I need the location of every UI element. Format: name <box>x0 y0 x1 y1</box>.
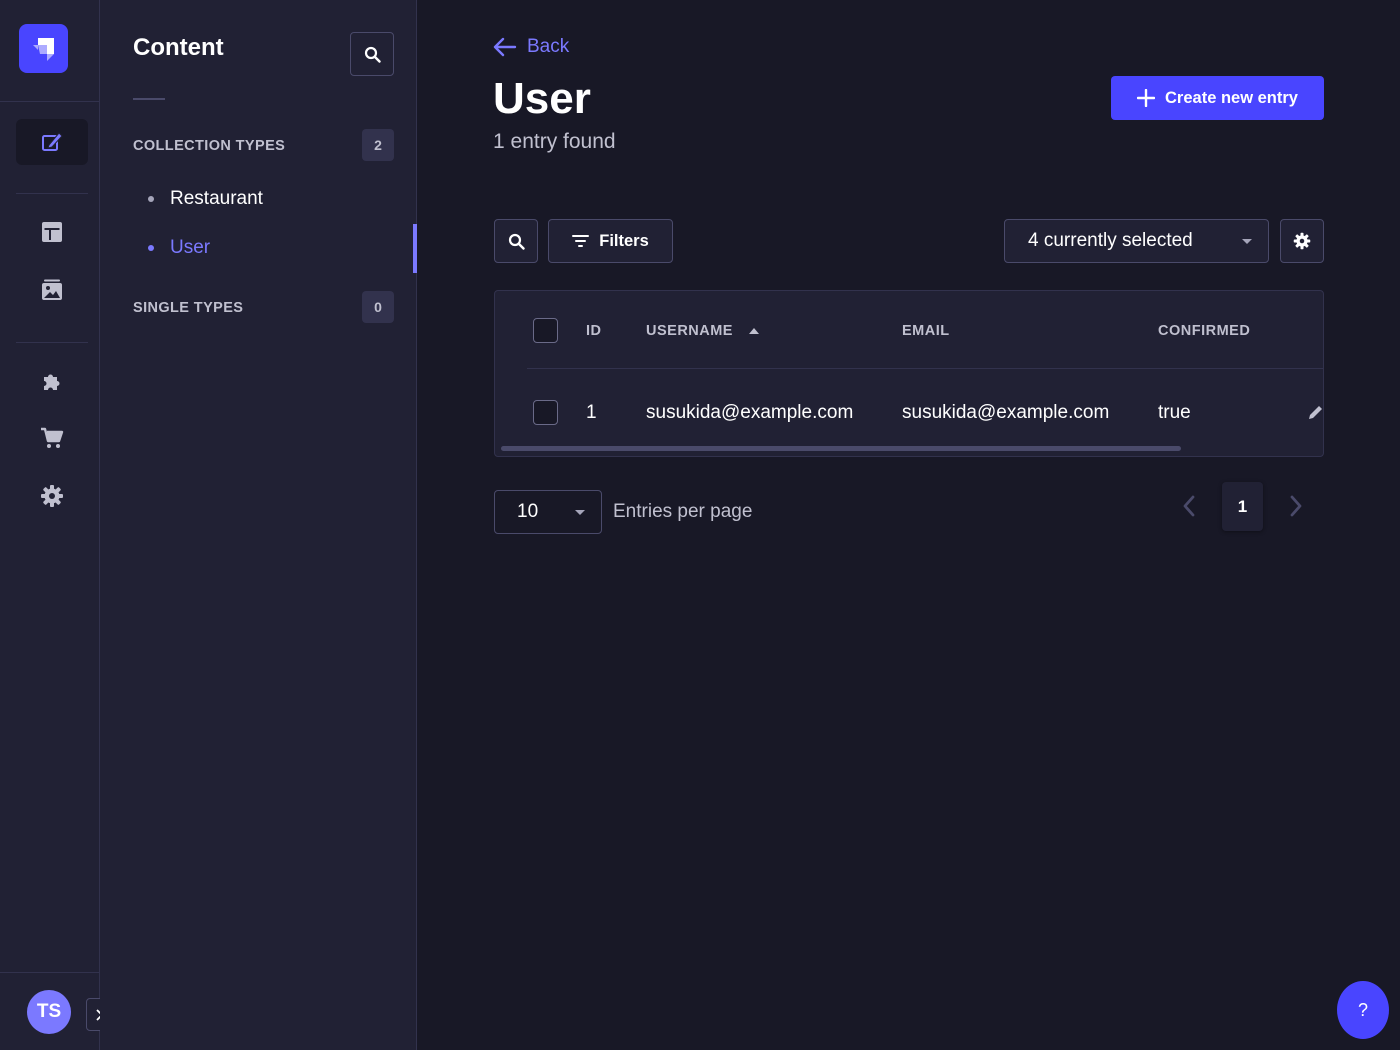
cell-email: susukida@example.com <box>902 402 1110 423</box>
rail-divider <box>0 972 100 973</box>
rail-divider <box>16 193 88 194</box>
row-checkbox[interactable] <box>533 400 558 425</box>
table-search-button[interactable] <box>494 219 538 263</box>
single-types-count-badge: 0 <box>362 291 394 323</box>
chevron-down-icon <box>575 510 585 515</box>
pencil-icon[interactable] <box>1307 403 1324 421</box>
settings-icon <box>41 485 63 507</box>
plus-icon <box>1137 89 1156 107</box>
content-manager-icon <box>42 132 63 151</box>
entry-count: 1 entry found <box>493 130 616 153</box>
columns-select[interactable]: 4 currently selected <box>1004 219 1269 263</box>
row-divider <box>527 368 1323 369</box>
column-header-confirmed[interactable]: CONFIRMED <box>1158 323 1250 339</box>
subnav-item-restaurant[interactable]: Restaurant <box>148 184 263 214</box>
subnav-search-button[interactable] <box>350 32 394 76</box>
subnav-divider <box>133 98 165 100</box>
filters-label: Filters <box>599 231 649 250</box>
strapi-logo-icon[interactable] <box>19 24 68 73</box>
content-type-builder-nav-button[interactable] <box>16 209 88 255</box>
column-header-id[interactable]: ID <box>586 323 602 339</box>
subnav-item-label: Restaurant <box>170 188 263 209</box>
rail-divider <box>16 342 88 343</box>
subnav-item-user[interactable]: User <box>148 233 210 263</box>
column-header-email[interactable]: EMAIL <box>902 323 950 339</box>
content-manager-nav-button[interactable] <box>16 119 88 165</box>
list-settings-button[interactable] <box>1280 219 1324 263</box>
media-library-icon <box>42 279 62 300</box>
active-indicator <box>413 224 417 273</box>
collection-types-count-badge: 2 <box>362 129 394 161</box>
column-header-label: USERNAME <box>646 323 733 339</box>
content-type-builder-icon <box>42 222 62 242</box>
gear-icon <box>1293 232 1311 250</box>
chevron-down-icon <box>1242 239 1252 244</box>
cell-username: susukida@example.com <box>646 402 854 423</box>
horizontal-scrollbar[interactable] <box>501 446 1181 451</box>
plugins-nav-button[interactable] <box>16 358 88 404</box>
collection-types-label[interactable]: COLLECTION TYPES <box>133 138 285 154</box>
select-all-checkbox[interactable] <box>533 318 558 343</box>
sort-ascending-icon <box>748 328 759 334</box>
chevron-left-icon[interactable] <box>1182 494 1196 518</box>
user-avatar[interactable]: TS <box>27 990 71 1034</box>
chevron-right-icon[interactable] <box>1289 494 1303 518</box>
page-size-select[interactable]: 10 <box>494 490 602 534</box>
column-header-username[interactable]: USERNAME <box>646 323 759 339</box>
marketplace-icon <box>41 427 64 448</box>
create-entry-button[interactable]: Create new entry <box>1111 76 1324 120</box>
media-library-nav-button[interactable] <box>16 267 88 313</box>
back-link[interactable]: Back <box>493 34 569 60</box>
back-label: Back <box>527 36 570 57</box>
cell-id: 1 <box>586 402 597 423</box>
page-size-value: 10 <box>517 501 539 522</box>
subnav-title: Content <box>133 34 224 61</box>
single-types-label[interactable]: SINGLE TYPES <box>133 300 243 316</box>
filter-icon <box>572 235 590 247</box>
page-size-label: Entries per page <box>613 501 753 522</box>
search-icon <box>508 233 525 250</box>
help-button[interactable]: ? <box>1337 981 1389 1039</box>
columns-select-value: 4 currently selected <box>1028 230 1193 251</box>
entries-table: ID USERNAME EMAIL CONFIRMED 1 susukida@e… <box>494 290 1324 457</box>
create-entry-label: Create new entry <box>1165 88 1298 107</box>
subnav-item-label: User <box>170 237 211 258</box>
main-nav-rail: TS <box>0 0 111 1050</box>
bullet-icon <box>148 245 154 251</box>
bullet-icon <box>148 196 154 202</box>
plugins-icon <box>44 374 60 390</box>
page-title: User <box>493 74 591 123</box>
search-icon <box>364 46 381 63</box>
content-subnav: Content COLLECTION TYPES 2 Restaurant Us… <box>100 0 417 1050</box>
page-button-current[interactable]: 1 <box>1222 482 1263 531</box>
filters-button[interactable]: Filters <box>548 219 673 263</box>
marketplace-nav-button[interactable] <box>16 415 88 461</box>
arrow-left-icon <box>493 37 517 57</box>
settings-nav-button[interactable] <box>16 473 88 519</box>
cell-confirmed: true <box>1158 402 1191 423</box>
rail-divider <box>0 101 100 102</box>
